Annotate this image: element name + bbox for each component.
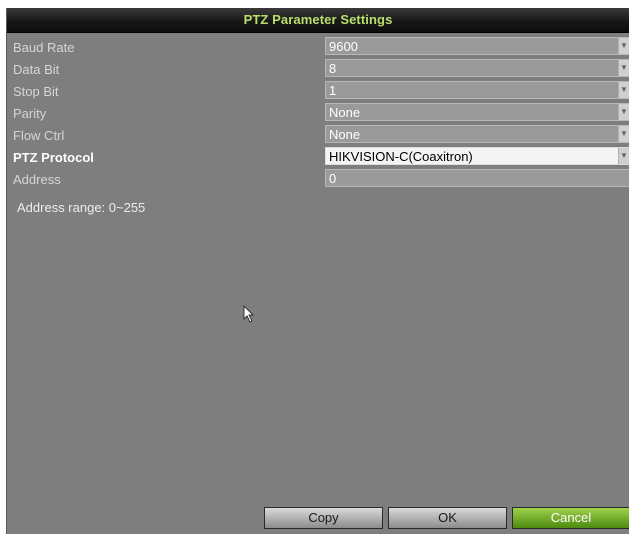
ptz-settings-dialog: PTZ Parameter Settings Baud Rate 9600 ▼ … <box>6 8 629 534</box>
flow-ctrl-select[interactable]: None ▼ <box>325 125 629 143</box>
stop-bit-select[interactable]: 1 ▼ <box>325 81 629 99</box>
parity-label: Parity <box>13 106 47 121</box>
parity-row: Parity None ▼ <box>7 102 629 124</box>
parity-select[interactable]: None ▼ <box>325 103 629 121</box>
address-range-hint: Address range: 0~255 <box>17 200 146 215</box>
chevron-down-icon: ▼ <box>620 85 628 94</box>
cancel-button[interactable]: Cancel <box>512 507 629 529</box>
baud-rate-label: Baud Rate <box>13 40 75 55</box>
data-bit-label: Data Bit <box>13 62 60 77</box>
address-input[interactable]: 0 <box>325 169 629 187</box>
baud-rate-dropdown-button[interactable]: ▼ <box>618 38 629 54</box>
ptz-protocol-select[interactable]: HIKVISION-C(Coaxitron) ▼ <box>325 147 629 165</box>
address-label: Address <box>13 172 61 187</box>
flow-ctrl-value: None <box>329 127 361 142</box>
copy-button[interactable]: Copy <box>264 507 383 529</box>
address-row: Address 0 <box>7 168 629 190</box>
ptz-protocol-label: PTZ Protocol <box>13 150 94 165</box>
flow-ctrl-label: Flow Ctrl <box>13 128 65 143</box>
data-bit-row: Data Bit 8 ▼ <box>7 58 629 80</box>
ok-button[interactable]: OK <box>388 507 507 529</box>
parity-value: None <box>329 105 361 120</box>
stop-bit-row: Stop Bit 1 ▼ <box>7 80 629 102</box>
stop-bit-value: 1 <box>329 83 337 98</box>
ptz-protocol-row: PTZ Protocol HIKVISION-C(Coaxitron) ▼ <box>7 146 629 168</box>
chevron-down-icon: ▼ <box>620 129 628 138</box>
dialog-titlebar: PTZ Parameter Settings <box>7 8 629 33</box>
address-value: 0 <box>329 171 337 186</box>
flow-ctrl-dropdown-button[interactable]: ▼ <box>618 126 629 142</box>
chevron-down-icon: ▼ <box>620 41 628 50</box>
data-bit-dropdown-button[interactable]: ▼ <box>618 60 629 76</box>
stop-bit-dropdown-button[interactable]: ▼ <box>618 82 629 98</box>
flow-ctrl-row: Flow Ctrl None ▼ <box>7 124 629 146</box>
dialog-title: PTZ Parameter Settings <box>243 12 393 27</box>
baud-rate-row: Baud Rate 9600 ▼ <box>7 36 629 58</box>
chevron-down-icon: ▼ <box>620 107 628 116</box>
chevron-down-icon: ▼ <box>620 151 628 160</box>
ptz-protocol-dropdown-button[interactable]: ▼ <box>618 148 629 164</box>
chevron-down-icon: ▼ <box>620 63 628 72</box>
stop-bit-label: Stop Bit <box>13 84 59 99</box>
ptz-protocol-value: HIKVISION-C(Coaxitron) <box>329 149 473 164</box>
data-bit-value: 8 <box>329 61 337 76</box>
parity-dropdown-button[interactable]: ▼ <box>618 104 629 120</box>
mouse-cursor-icon <box>243 305 255 323</box>
baud-rate-value: 9600 <box>329 39 358 54</box>
baud-rate-select[interactable]: 9600 ▼ <box>325 37 629 55</box>
data-bit-select[interactable]: 8 ▼ <box>325 59 629 77</box>
